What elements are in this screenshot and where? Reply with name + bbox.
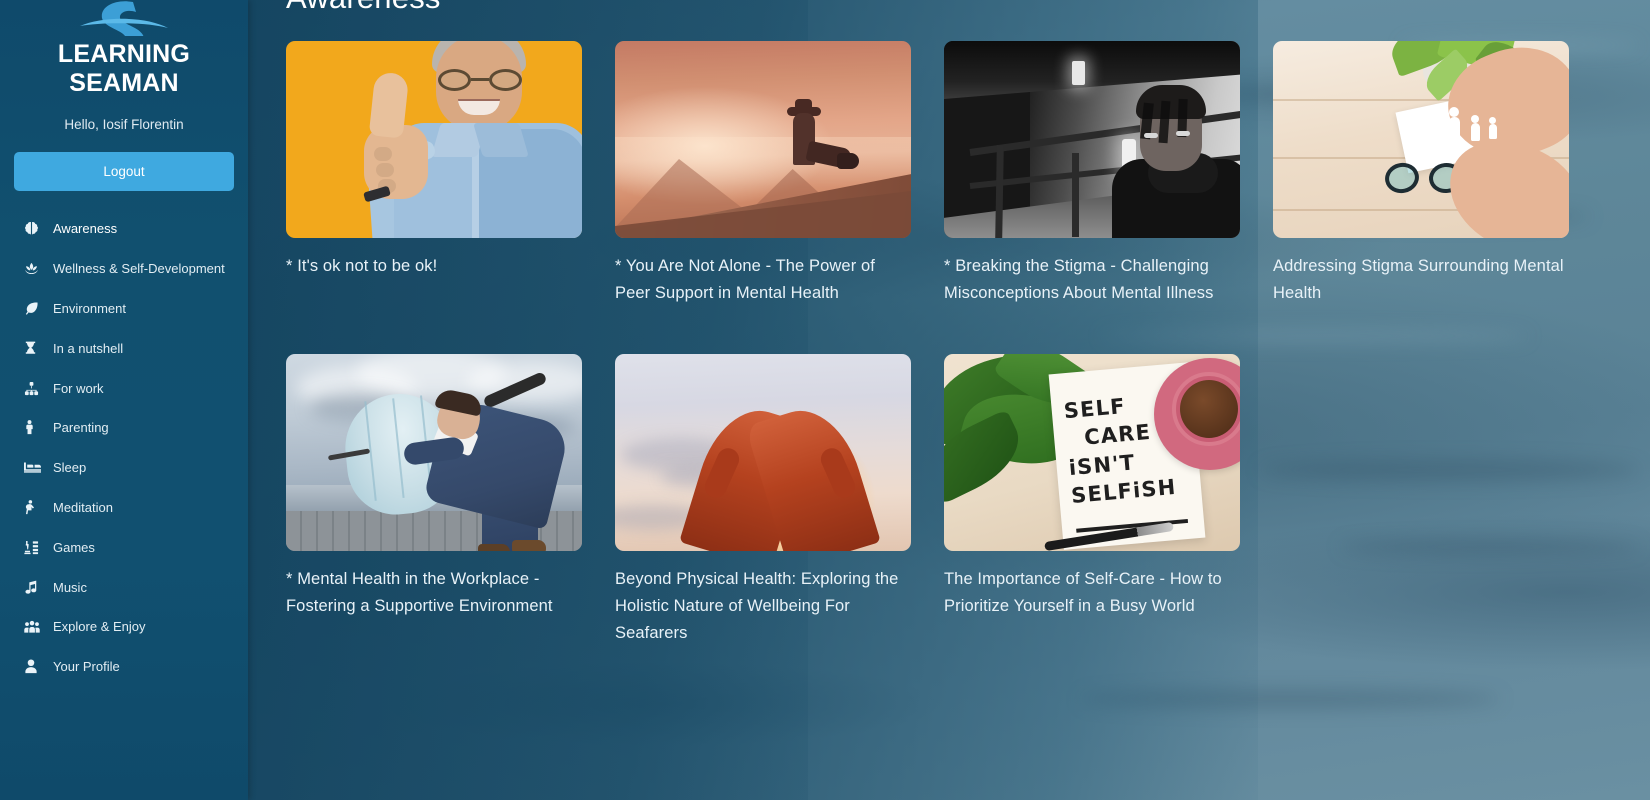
article-thumbnail-corridor-bw: [944, 41, 1240, 238]
article-title: The Importance of Self-Care - How to Pri…: [944, 570, 1222, 616]
sidebar-item-label: Games: [53, 539, 95, 555]
article-thumbnail-thumbs-up-man: [286, 41, 582, 238]
article-card[interactable]: * You Are Not Alone - The Power of Peer …: [615, 41, 911, 306]
sidebar-item-label: Awareness: [53, 221, 118, 237]
seaman-s-logo-icon: [76, 0, 172, 36]
sidebar-item-awareness[interactable]: Awareness: [0, 209, 248, 249]
article-thumbnail-self-care-note: SELF CARE iSN'T SELFiSH: [944, 354, 1240, 552]
music-note-icon: [24, 579, 46, 595]
logo-wrap: [0, 0, 248, 36]
article-card[interactable]: SELF CARE iSN'T SELFiSH The Importance o…: [944, 354, 1240, 646]
hourglass-icon: [24, 340, 46, 356]
article-title: Beyond Physical Health: Exploring the Ho…: [615, 570, 899, 642]
bed-icon: [24, 460, 46, 476]
article-title: * Breaking the Stigma - Challenging Misc…: [944, 257, 1214, 302]
sidebar-item-label: For work: [53, 380, 104, 396]
brain-icon: [24, 221, 46, 237]
article-title: * You Are Not Alone - The Power of Peer …: [615, 257, 875, 302]
sidebar-item-label: Sleep: [53, 460, 87, 476]
article-thumbnail-umbrella-storm: [286, 354, 582, 552]
lotus-icon: [24, 261, 46, 277]
sidebar-item-label: Meditation: [53, 499, 113, 515]
sidebar: LEARNING SEAMAN Hello, Iosif Florentin L…: [0, 0, 248, 800]
article-grid: * It's ok not to be ok! * You Are Not Al…: [286, 41, 1650, 647]
article-title: * Mental Health in the Workplace - Foste…: [286, 570, 553, 616]
sidebar-item-label: Environment: [53, 300, 126, 316]
sidebar-item-in-a-nutshell[interactable]: In a nutshell: [0, 328, 248, 368]
article-title: * It's ok not to be ok!: [286, 257, 438, 275]
leaf-icon: [24, 300, 46, 316]
sidebar-item-your-profile[interactable]: Your Profile: [0, 647, 248, 687]
article-card[interactable]: * It's ok not to be ok!: [286, 41, 582, 306]
sidebar-item-label: Explore & Enjoy: [53, 619, 146, 635]
sidebar-item-games[interactable]: Games: [0, 527, 248, 567]
sidebar-item-meditation[interactable]: Meditation: [0, 488, 248, 528]
sidebar-item-music[interactable]: Music: [0, 567, 248, 607]
sidebar-nav: Awareness Wellness & Self-Development En…: [0, 209, 248, 687]
sidebar-item-label: In a nutshell: [53, 340, 124, 356]
sidebar-item-label: Your Profile: [53, 659, 120, 675]
page-title: Awareness: [286, 0, 1650, 20]
logout-button[interactable]: Logout: [14, 152, 234, 191]
chess-icon: [24, 539, 46, 555]
user-icon: [24, 659, 46, 675]
sidebar-item-label: Wellness & Self-Development: [53, 261, 225, 277]
sidebar-item-wellness-self-development[interactable]: Wellness & Self-Development: [0, 249, 248, 289]
child-icon: [24, 420, 46, 436]
article-card[interactable]: * Breaking the Stigma - Challenging Misc…: [944, 41, 1240, 306]
article-title: Addressing Stigma Surrounding Mental Hea…: [1273, 257, 1564, 302]
sidebar-item-environment[interactable]: Environment: [0, 289, 248, 329]
sidebar-item-label: Music: [53, 579, 87, 595]
brand-title: LEARNING SEAMAN: [57, 40, 191, 97]
main-content: Awareness *: [248, 0, 1650, 800]
article-thumbnail-hands-to-sun: [615, 354, 911, 552]
article-thumbnail-hands-paper-family: [1273, 41, 1569, 238]
people-group-icon: [24, 619, 46, 635]
praying-person-icon: [24, 499, 46, 515]
sidebar-item-explore-enjoy[interactable]: Explore & Enjoy: [0, 607, 248, 647]
sidebar-item-parenting[interactable]: Parenting: [0, 408, 248, 448]
sidebar-item-for-work[interactable]: For work: [0, 368, 248, 408]
article-thumbnail-mountain-sunset: [615, 41, 911, 238]
sidebar-item-sleep[interactable]: Sleep: [0, 448, 248, 488]
article-card[interactable]: Addressing Stigma Surrounding Mental Hea…: [1273, 41, 1569, 306]
sidebar-item-label: Parenting: [53, 420, 109, 436]
article-card[interactable]: * Mental Health in the Workplace - Foste…: [286, 354, 582, 646]
sitemap-icon: [24, 380, 46, 396]
user-greeting: Hello, Iosif Florentin: [64, 117, 184, 132]
article-card[interactable]: Beyond Physical Health: Exploring the Ho…: [615, 354, 911, 646]
